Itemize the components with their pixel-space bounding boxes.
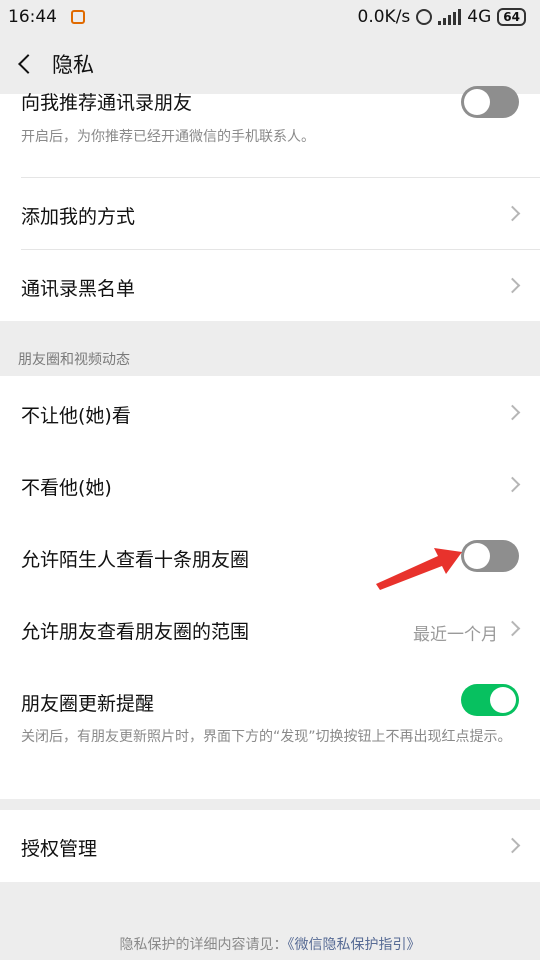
stranger-view-label: 允许陌生人查看十条朋友圈	[21, 549, 250, 571]
dont-let-see-row[interactable]: 不让他(她)看	[0, 376, 540, 448]
toggle-knob	[490, 687, 516, 713]
toggle-knob	[464, 89, 490, 115]
chevron-right-icon	[504, 620, 521, 637]
chevron-right-icon	[504, 837, 521, 854]
recommend-contacts-label: 向我推荐通讯录朋友	[21, 92, 193, 114]
update-reminder-row: 朋友圈更新提醒 关闭后，有朋友更新照片时，界面下方的“发现”切换按钮上不再出现红…	[0, 664, 540, 799]
update-reminder-label: 朋友圈更新提醒	[21, 693, 155, 715]
network-speed: 0.0K/s	[357, 7, 411, 27]
add-methods-row[interactable]: 添加我的方式	[0, 178, 540, 249]
chevron-right-icon	[504, 277, 521, 294]
nav-bar: 隐私	[0, 34, 540, 94]
add-methods-label: 添加我的方式	[21, 206, 136, 228]
privacy-footer: 隐私保护的详细内容请见：《微信隐私保护指引》	[0, 934, 540, 954]
dont-see-row[interactable]: 不看他(她)	[0, 448, 540, 520]
battery-icon: 64	[497, 8, 526, 26]
recommend-contacts-toggle[interactable]	[461, 86, 519, 118]
auth-manage-row[interactable]: 授权管理	[0, 810, 540, 882]
status-time: 16:44	[8, 7, 57, 27]
auth-panel: 授权管理	[0, 810, 540, 882]
network-type: 4G	[467, 7, 492, 27]
dont-see-label: 不看他(她)	[21, 477, 112, 499]
battery-level: 64	[503, 10, 520, 24]
update-reminder-desc: 关闭后，有朋友更新照片时，界面下方的“发现”切换按钮上不再出现红点提示。	[21, 729, 512, 745]
footer-prefix: 隐私保护的详细内容请见：	[119, 937, 288, 953]
app-notification-icon	[71, 10, 85, 24]
friend-range-value: 最近一个月	[413, 625, 498, 645]
toggle-knob	[464, 543, 490, 569]
blacklist-row[interactable]: 通讯录黑名单	[0, 250, 540, 321]
friend-range-row[interactable]: 允许朋友查看朋友圈的范围 最近一个月	[0, 592, 540, 664]
recommend-contacts-desc: 开启后，为你推荐已经开通微信的手机联系人。	[21, 129, 315, 145]
dont-let-see-label: 不让他(她)看	[21, 405, 131, 427]
status-bar: 16:44 0.0K/s 4G 64	[0, 0, 540, 34]
contacts-panel: 向我推荐通讯录朋友 开启后，为你推荐已经开通微信的手机联系人。 添加我的方式 通…	[0, 86, 540, 321]
privacy-guide-link[interactable]: 《微信隐私保护指引》	[288, 937, 421, 953]
blacklist-label: 通讯录黑名单	[21, 278, 136, 300]
friend-range-label: 允许朋友查看朋友圈的范围	[21, 621, 250, 643]
annotation-arrow-icon	[376, 548, 462, 590]
back-arrow-icon[interactable]	[0, 34, 50, 94]
chevron-right-icon	[504, 205, 521, 222]
recommend-contacts-row: 向我推荐通讯录朋友 开启后，为你推荐已经开通微信的手机联系人。	[0, 86, 540, 178]
page-title: 隐私	[52, 53, 94, 77]
chevron-right-icon	[504, 476, 521, 493]
stranger-view-toggle[interactable]	[461, 540, 519, 572]
update-reminder-toggle[interactable]	[461, 684, 519, 716]
alarm-icon	[416, 9, 433, 25]
auth-manage-label: 授权管理	[21, 838, 98, 860]
moments-section-label: 朋友圈和视频动态	[18, 352, 130, 368]
signal-icon	[438, 9, 462, 25]
chevron-right-icon	[504, 404, 521, 421]
